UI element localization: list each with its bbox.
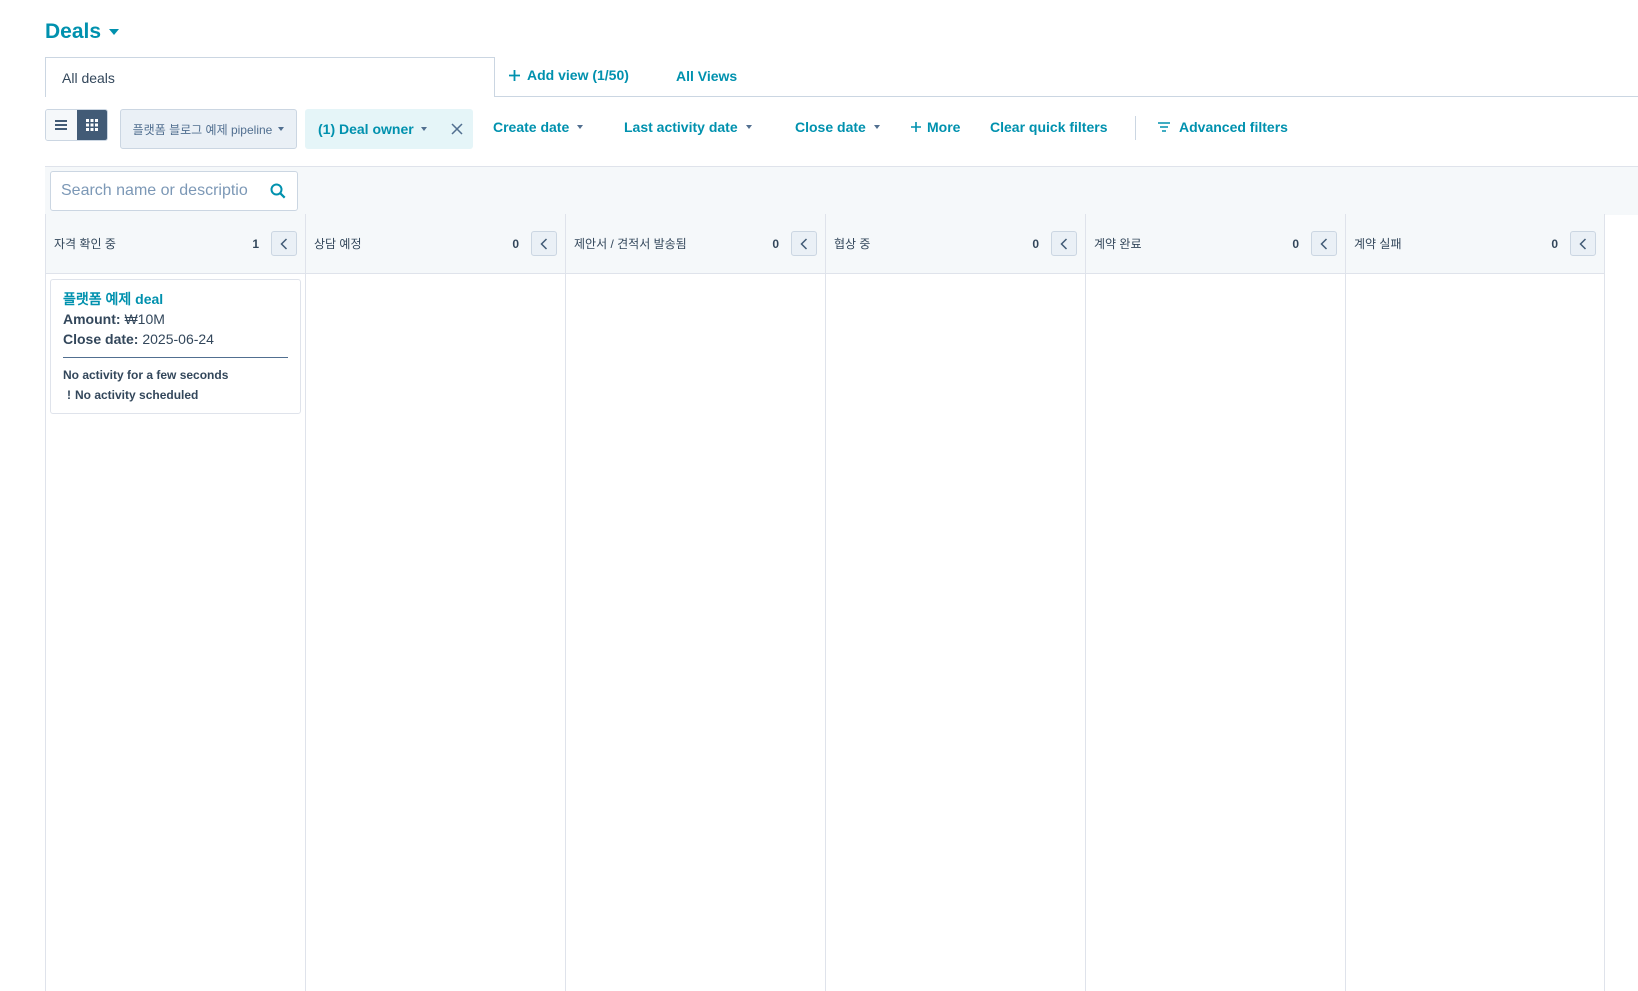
last-activity-text: No activity for a few seconds: [63, 368, 229, 382]
all-views-link[interactable]: All Views: [676, 68, 737, 84]
search-input[interactable]: [61, 182, 261, 200]
add-view-button[interactable]: Add view (1/50): [508, 67, 629, 83]
chevron-down-icon: [873, 125, 880, 129]
stage-label: 자격 확인 중: [54, 237, 116, 251]
stage-count: 0: [1551, 236, 1558, 251]
board-column: 협상 중 0: [825, 214, 1085, 991]
collapse-column-button[interactable]: [1311, 231, 1337, 256]
warning-icon: !: [67, 388, 71, 402]
close-date-filter[interactable]: Close date: [795, 119, 880, 135]
collapse-column-button[interactable]: [1051, 231, 1077, 256]
plus-icon: [911, 122, 921, 132]
collapse-column-button[interactable]: [531, 231, 557, 256]
amount-label: Amount:: [63, 311, 121, 327]
stage-count: 0: [772, 236, 779, 251]
deal-owner-filter-label: (1) Deal owner: [318, 121, 414, 137]
list-view-button[interactable]: [46, 110, 77, 140]
column-header: 계약 완료 0: [1086, 214, 1345, 274]
page-title-text: Deals: [45, 20, 102, 43]
scheduled-activity-text: No activity scheduled: [75, 388, 199, 402]
plus-icon: [509, 69, 520, 81]
search-box: [50, 171, 298, 211]
board-search-row: [45, 166, 1638, 215]
board-column: 제안서 / 견적서 발송됨 0: [565, 214, 825, 991]
tab-all-deals[interactable]: All deals: [45, 57, 495, 97]
view-toggle: [45, 109, 108, 141]
scheduled-activity: ! No activity scheduled: [63, 385, 288, 405]
pipeline-select-label: 플랫폼 블로그 예제 pipeline: [132, 122, 273, 137]
deal-name-link[interactable]: 플랫폼 예제 deal: [63, 290, 288, 309]
chevron-down-icon: [278, 127, 285, 131]
board-column: 상담 예정 0: [305, 214, 565, 991]
column-header: 상담 예정 0: [306, 214, 565, 274]
create-date-filter[interactable]: Create date: [493, 119, 584, 135]
collapse-column-button[interactable]: [791, 231, 817, 256]
collapse-column-button[interactable]: [271, 231, 297, 256]
chevron-down-icon: [109, 29, 120, 35]
chevron-down-icon: [745, 125, 752, 129]
close-date-label: Close date:: [63, 331, 139, 347]
chevron-left-icon: [800, 237, 808, 250]
pipeline-select[interactable]: 플랫폼 블로그 예제 pipeline: [120, 109, 297, 149]
deal-owner-filter[interactable]: (1) Deal owner: [305, 109, 473, 149]
chevron-left-icon: [1060, 237, 1068, 250]
board-view-button[interactable]: [76, 110, 107, 140]
add-view-label: Add view (1/50): [527, 67, 629, 83]
chevron-left-icon: [1579, 237, 1587, 250]
more-filters-label: More: [927, 119, 961, 135]
column-header: 제안서 / 견적서 발송됨 0: [566, 214, 825, 274]
close-icon[interactable]: [449, 121, 465, 137]
column-header: 계약 실패 0: [1346, 214, 1604, 274]
collapse-column-button[interactable]: [1570, 231, 1596, 256]
advanced-filters-label: Advanced filters: [1179, 119, 1288, 135]
chevron-down-icon: [577, 125, 584, 129]
board-column: 자격 확인 중 1 플랫폼 예제 deal Amount: ₩10M Close…: [45, 214, 305, 991]
column-header: 협상 중 0: [826, 214, 1085, 274]
last-activity-date-filter-label: Last activity date: [624, 119, 738, 135]
tabs-divider: [494, 96, 1638, 97]
board-column: 계약 실패 0: [1345, 214, 1605, 991]
advanced-filters-button[interactable]: Advanced filters: [1157, 119, 1288, 135]
stage-label: 제안서 / 견적서 발송됨: [574, 237, 687, 251]
board-column: 계약 완료 0: [1085, 214, 1345, 991]
close-date-value: 2025-06-24: [142, 331, 214, 347]
list-icon: [55, 120, 68, 130]
stage-count: 0: [1032, 236, 1039, 251]
column-header: 자격 확인 중 1: [46, 214, 305, 274]
grid-icon: [85, 119, 98, 131]
stage-label: 계약 실패: [1354, 237, 1402, 251]
last-activity-date-filter[interactable]: Last activity date: [624, 119, 752, 135]
stage-label: 상담 예정: [314, 237, 362, 251]
create-date-filter-label: Create date: [493, 119, 570, 135]
stage-count: 1: [252, 236, 259, 251]
more-filters-button[interactable]: More: [910, 119, 960, 135]
stage-count: 0: [512, 236, 519, 251]
deal-board: 자격 확인 중 1 플랫폼 예제 deal Amount: ₩10M Close…: [45, 214, 1605, 991]
amount-value: ₩10M: [124, 311, 165, 327]
toolbar-divider: [1135, 116, 1136, 140]
deal-amount: Amount: ₩10M: [63, 309, 288, 329]
stage-count: 0: [1292, 236, 1299, 251]
deal-card[interactable]: 플랫폼 예제 deal Amount: ₩10M Close date: 202…: [50, 279, 301, 414]
chevron-left-icon: [1320, 237, 1328, 250]
page-title[interactable]: Deals: [45, 20, 120, 44]
filter-icon: [1158, 122, 1170, 132]
deal-close-date: Close date: 2025-06-24: [63, 329, 288, 349]
chevron-left-icon: [540, 237, 548, 250]
clear-quick-filters-button[interactable]: Clear quick filters: [990, 119, 1108, 135]
close-date-filter-label: Close date: [795, 119, 866, 135]
card-divider: [63, 357, 288, 358]
chevron-down-icon: [420, 127, 427, 131]
stage-label: 계약 완료: [1094, 237, 1142, 251]
chevron-left-icon: [280, 237, 288, 250]
search-icon[interactable]: [269, 182, 287, 200]
stage-label: 협상 중: [834, 237, 871, 251]
